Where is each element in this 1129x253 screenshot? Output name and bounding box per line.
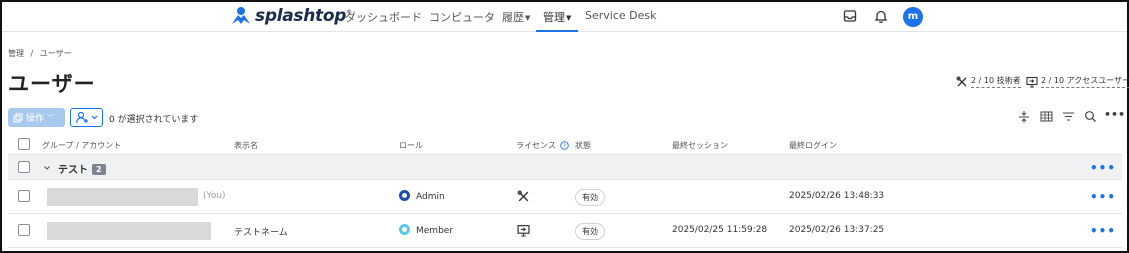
last-session-cell: 2025/02/25 11:59:28 — [672, 225, 768, 235]
header-display-name[interactable]: 表示名 — [234, 140, 258, 151]
admin-role-icon — [399, 190, 410, 201]
chevron-down-icon: ▼ — [525, 14, 531, 22]
inbox-icon[interactable] — [843, 9, 857, 23]
splashtop-logo-icon — [232, 7, 250, 24]
group-count-badge: 2 — [92, 164, 106, 175]
display-name-cell: テストネーム — [234, 228, 288, 238]
row-checkbox[interactable] — [18, 224, 30, 236]
role-cell: Member — [399, 224, 453, 236]
top-navigation: splashtop ® ダッシュボード コンピュータ 履歴▼ 管理▼ Servi… — [2, 2, 1127, 32]
row-more-button[interactable]: ••• — [1090, 190, 1116, 204]
page-title: ユーザー — [8, 72, 96, 96]
breadcrumb-separator: / — [30, 49, 34, 58]
chevron-down-icon[interactable] — [43, 164, 51, 172]
more-options-icon[interactable]: ••• — [1104, 108, 1125, 121]
table-header: グループ / アカウント 表示名 ロール ライセンス ? 状態 最終セッション … — [8, 133, 1122, 155]
remote-access-icon — [1026, 76, 1038, 87]
technician-license-stat[interactable]: 2 / 10 技術者 — [956, 75, 1021, 88]
group-name-cell: テスト 2 — [58, 161, 106, 176]
selection-count: 0 が選択されています — [109, 115, 199, 125]
access-user-count: 2 / 10 アクセスユーザー — [1041, 75, 1129, 88]
technician-count: 2 / 10 技術者 — [971, 75, 1021, 88]
nav-dashboard[interactable]: ダッシュボード — [345, 9, 422, 25]
header-license-label: ライセンス — [516, 141, 556, 150]
active-tab-indicator — [536, 30, 578, 32]
users-table: グループ / アカウント 表示名 ロール ライセンス ? 状態 最終セッション … — [8, 133, 1122, 248]
row-density-icon[interactable] — [1018, 110, 1030, 124]
nav-history-label: 履歴 — [502, 11, 524, 24]
table-row[interactable]: テストネーム Member 有効 2025/02/25 11:59:28 202… — [8, 214, 1122, 248]
chevron-down-icon: ﹀ — [47, 113, 55, 122]
table-row[interactable]: (You) Admin 有効 2025/02/26 13:48:33 ••• — [8, 180, 1122, 214]
operations-label: 操作 — [26, 114, 45, 124]
you-label: (You) — [203, 191, 226, 201]
nav-computers[interactable]: コンピュータ — [429, 9, 495, 25]
header-last-login[interactable]: 最終ログイン — [789, 140, 837, 151]
svg-text:?: ? — [563, 144, 566, 150]
group-name: テスト — [58, 165, 88, 176]
breadcrumb: 管理 / ユーザー — [8, 48, 72, 59]
header-last-session[interactable]: 最終セッション — [672, 140, 728, 151]
group-checkbox[interactable] — [18, 161, 30, 173]
user-avatar[interactable]: m — [903, 7, 923, 27]
header-status[interactable]: 状態 — [575, 140, 591, 151]
last-login-cell: 2025/02/26 13:48:33 — [789, 191, 885, 201]
role-label: Member — [416, 226, 454, 236]
header-group-account[interactable]: グループ / アカウント — [42, 140, 121, 151]
nav-management[interactable]: 管理▼ — [543, 9, 571, 25]
row-checkbox[interactable] — [18, 190, 30, 202]
search-icon[interactable] — [1084, 110, 1097, 123]
filter-icon[interactable] — [1062, 110, 1075, 123]
tools-icon — [956, 76, 967, 86]
group-more-button[interactable]: ••• — [1090, 161, 1116, 175]
tools-icon — [517, 190, 529, 202]
help-icon[interactable]: ? — [560, 141, 570, 150]
role-cell: Admin — [399, 190, 445, 202]
nav-management-label: 管理 — [543, 11, 565, 24]
breadcrumb-parent[interactable]: 管理 — [8, 49, 24, 58]
columns-icon[interactable] — [1040, 110, 1053, 123]
role-label: Admin — [416, 192, 445, 202]
splashtop-logo[interactable]: splashtop ® — [230, 5, 352, 27]
header-role[interactable]: ロール — [399, 140, 423, 151]
logo-text: splashtop — [255, 6, 347, 26]
last-login-cell: 2025/02/26 13:37:25 — [789, 225, 885, 235]
chevron-down-icon — [91, 115, 97, 120]
copy-icon — [13, 113, 23, 122]
nav-history[interactable]: 履歴▼ — [502, 9, 530, 25]
add-user-icon — [75, 111, 88, 124]
bell-icon[interactable] — [874, 9, 888, 23]
redacted-account-name — [47, 222, 211, 240]
add-user-button[interactable] — [70, 108, 103, 127]
row-more-button[interactable]: ••• — [1090, 224, 1116, 238]
access-user-license-stat[interactable]: 2 / 10 アクセスユーザー — [1026, 75, 1129, 88]
select-all-checkbox[interactable] — [18, 138, 30, 150]
nav-service-desk[interactable]: Service Desk — [585, 9, 657, 22]
breadcrumb-current: ユーザー — [39, 49, 72, 58]
status-badge: 有効 — [575, 223, 605, 240]
status-badge: 有効 — [575, 189, 605, 206]
chevron-down-icon: ▼ — [566, 14, 572, 22]
operations-button[interactable]: 操作 ﹀ — [8, 108, 65, 127]
redacted-account-name — [47, 188, 198, 206]
remote-access-icon — [517, 225, 530, 237]
member-role-icon — [399, 224, 410, 235]
header-license[interactable]: ライセンス ? — [516, 140, 570, 151]
group-row[interactable]: テスト 2 ••• — [8, 155, 1122, 180]
